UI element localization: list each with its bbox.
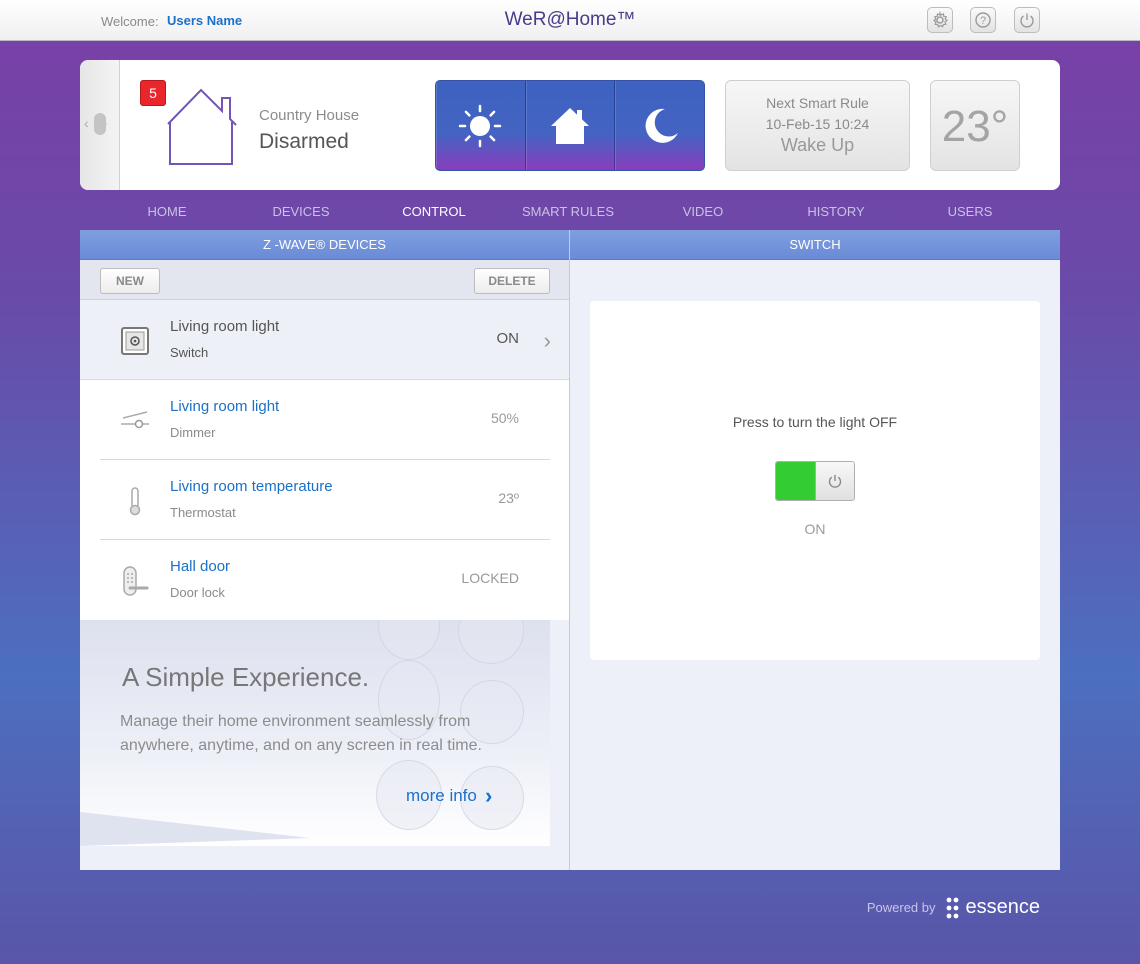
switch-prompt: Press to turn the light OFF [732, 414, 898, 430]
panel-handle[interactable]: ‹› [80, 60, 120, 190]
next-rule-datetime: 10-Feb-15 10:24 [765, 116, 870, 132]
device-row[interactable]: Living room temperature Thermostat 23º [80, 460, 569, 540]
site-name: Country House [259, 107, 360, 124]
switch-state: ON [804, 521, 826, 537]
next-rule-name: Wake Up [780, 135, 855, 155]
light-toggle[interactable] [775, 461, 855, 501]
powered-by-label: Powered by [866, 900, 936, 915]
device-type: Switch [170, 345, 209, 360]
device-type: Door lock [170, 585, 225, 600]
decorative-shape [458, 620, 524, 664]
toggle-knob[interactable] [814, 462, 854, 500]
help-icon: ? [975, 12, 991, 28]
alert-count-badge[interactable]: 5 [140, 80, 166, 106]
toggle-on-track [776, 462, 815, 500]
essence-logo-icon [946, 897, 958, 918]
logout-button[interactable] [1014, 7, 1040, 33]
device-name: Living room light [170, 398, 280, 415]
device-value: ON [496, 330, 520, 347]
moon-icon [645, 108, 678, 143]
tab-control[interactable]: CONTROL [367, 204, 501, 219]
tab-video[interactable]: VIDEO [636, 204, 770, 219]
switch-control-card: Press to turn the light OFF ON [590, 301, 1040, 660]
delete-device-button[interactable]: DELETE [474, 268, 550, 294]
content-area: Z -WAVE® DEVICES NEW DELETE Living room … [80, 230, 1060, 870]
top-bar: Welcome: Users Name WeR@Home™ ? [0, 0, 1140, 41]
promo-banner: A Simple Experience. Manage their home e… [80, 620, 550, 846]
arm-state: Disarmed [259, 130, 349, 153]
device-row[interactable]: Hall door Door lock LOCKED [80, 540, 569, 620]
gear-icon [933, 11, 948, 28]
device-list: Living room light Switch ON › Living roo… [80, 300, 569, 620]
svg-text:?: ? [980, 15, 986, 27]
new-device-button[interactable]: NEW [100, 268, 160, 294]
switch-panel-header: SWITCH [570, 230, 1060, 260]
power-icon [1020, 13, 1034, 28]
tab-home[interactable]: HOME [100, 204, 234, 219]
devices-toolbar: NEW DELETE [80, 260, 569, 300]
help-button[interactable]: ? [970, 7, 996, 33]
mode-buttons [435, 80, 705, 171]
next-rule-label: Next Smart Rule [766, 95, 869, 111]
decorative-shape [80, 812, 310, 846]
sun-icon [459, 104, 502, 147]
temperature-value: 23° [941, 102, 1009, 151]
switch-icon [118, 324, 152, 358]
device-name: Hall door [170, 558, 231, 575]
decorative-shape [378, 620, 440, 660]
device-row[interactable]: Living room light Switch ON › [80, 300, 569, 380]
brand-logo: essence [965, 896, 1041, 918]
tab-history[interactable]: HISTORY [769, 204, 903, 219]
day-mode-button[interactable] [436, 81, 526, 170]
thermometer-icon [118, 484, 152, 518]
dimmer-icon [118, 404, 152, 438]
app-title: WeR@Home™ [504, 9, 636, 30]
microphone-icon [94, 113, 106, 135]
home-mode-button[interactable] [526, 81, 616, 170]
tab-users[interactable]: USERS [903, 204, 1037, 219]
settings-button[interactable] [927, 7, 953, 33]
switch-panel: SWITCH Press to turn the light OFF ON [570, 230, 1060, 870]
power-icon [828, 475, 842, 488]
device-name: Living room light [170, 318, 280, 335]
device-name: Living room temperature [170, 478, 333, 495]
device-value: 23º [498, 490, 519, 506]
devices-panel-header: Z -WAVE® DEVICES [80, 230, 569, 260]
device-row[interactable]: Living room light Dimmer 50% [80, 380, 569, 460]
tab-devices[interactable]: DEVICES [234, 204, 368, 219]
next-smart-rule[interactable]: Next Smart Rule 10-Feb-15 10:24 Wake Up [725, 80, 910, 171]
tab-smart-rules[interactable]: SMART RULES [501, 204, 635, 219]
status-panel: ‹› 5 Country House Disarmed [80, 60, 1060, 190]
device-type: Thermostat [170, 505, 236, 520]
door-lock-icon [118, 564, 152, 598]
chevron-right-icon: › [543, 328, 551, 353]
device-value: 50% [490, 410, 519, 426]
home-icon [551, 107, 589, 144]
promo-description: Manage their home environment seamlessly… [120, 713, 482, 754]
chevron-right-icon[interactable]: › [485, 783, 492, 809]
house-icon [167, 88, 237, 165]
promo-title: A Simple Experience. [122, 662, 370, 692]
footer: Powered by essence [867, 896, 1040, 919]
main-nav: HOME DEVICES CONTROL SMART RULES VIDEO H… [100, 204, 1040, 222]
device-value: LOCKED [461, 570, 519, 586]
devices-panel: Z -WAVE® DEVICES NEW DELETE Living room … [80, 230, 570, 870]
temperature-display[interactable]: 23° [930, 80, 1020, 171]
night-mode-button[interactable] [615, 81, 704, 170]
device-type: Dimmer [170, 425, 216, 440]
more-info-link[interactable]: more info [406, 786, 477, 806]
